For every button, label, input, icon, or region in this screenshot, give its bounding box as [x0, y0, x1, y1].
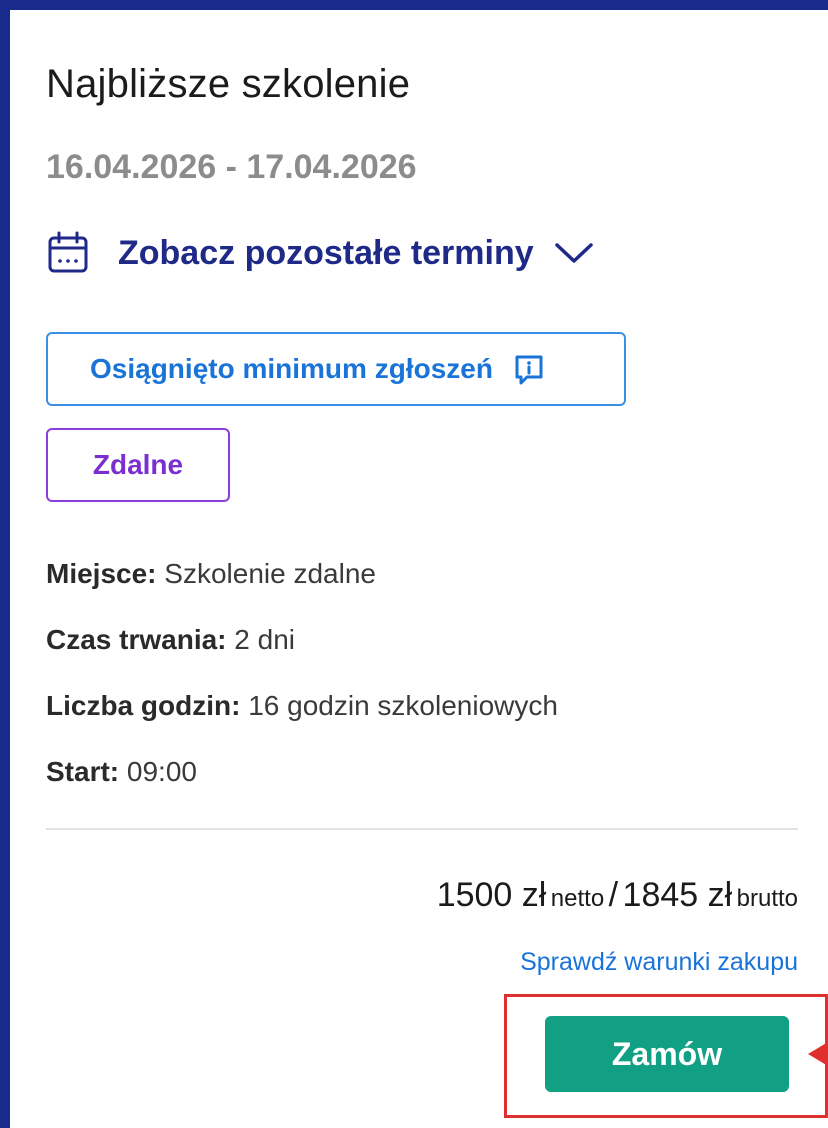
- other-dates-toggle[interactable]: Zobacz pozostałe terminy: [46, 228, 596, 278]
- detail-value: 09:00: [126, 756, 197, 787]
- arrow-left-icon: [808, 1042, 828, 1066]
- training-card: Najbliższe szkolenie 16.04.2026 - 17.04.…: [10, 10, 828, 1128]
- price-line: 1500 zł netto / 1845 zł brutto: [437, 876, 798, 915]
- detail-hours: Liczba godzin: 16 godzin szkoleniowych: [46, 690, 558, 722]
- purchase-terms-link[interactable]: Sprawdź warunki zakupu: [520, 948, 798, 977]
- detail-start: Start: 09:00: [46, 756, 197, 788]
- detail-key: Liczba godzin:: [46, 690, 241, 721]
- detail-duration: Czas trwania: 2 dni: [46, 624, 295, 656]
- price-gross-label: brutto: [736, 885, 798, 912]
- price-gross: 1845 zł: [622, 876, 733, 914]
- detail-value: Szkolenie zdalne: [164, 558, 376, 589]
- info-chat-icon[interactable]: [513, 352, 547, 386]
- price-separator: /: [608, 876, 619, 914]
- other-dates-label: Zobacz pozostałe terminy: [118, 233, 534, 272]
- calendar-icon: [46, 230, 92, 276]
- chevron-down-icon: [554, 240, 596, 266]
- divider: [46, 828, 798, 830]
- price-net-label: netto: [550, 885, 605, 912]
- order-button[interactable]: Zamów: [545, 1016, 789, 1092]
- page-title: Najbliższe szkolenie: [46, 62, 411, 106]
- detail-key: Czas trwania:: [46, 624, 227, 655]
- detail-value: 16 godzin szkoleniowych: [248, 690, 558, 721]
- remote-mode-badge: Zdalne: [46, 428, 230, 502]
- detail-key: Miejsce:: [46, 558, 157, 589]
- minimum-reached-label: Osiągnięto minimum zgłoszeń: [90, 353, 493, 384]
- detail-key: Start:: [46, 756, 120, 787]
- detail-value: 2 dni: [234, 624, 295, 655]
- minimum-reached-badge: Osiągnięto minimum zgłoszeń: [46, 332, 626, 406]
- training-dates: 16.04.2026 - 17.04.2026: [46, 148, 417, 186]
- detail-location: Miejsce: Szkolenie zdalne: [46, 558, 376, 590]
- price-net: 1500 zł: [436, 876, 547, 914]
- remote-mode-label: Zdalne: [92, 449, 184, 480]
